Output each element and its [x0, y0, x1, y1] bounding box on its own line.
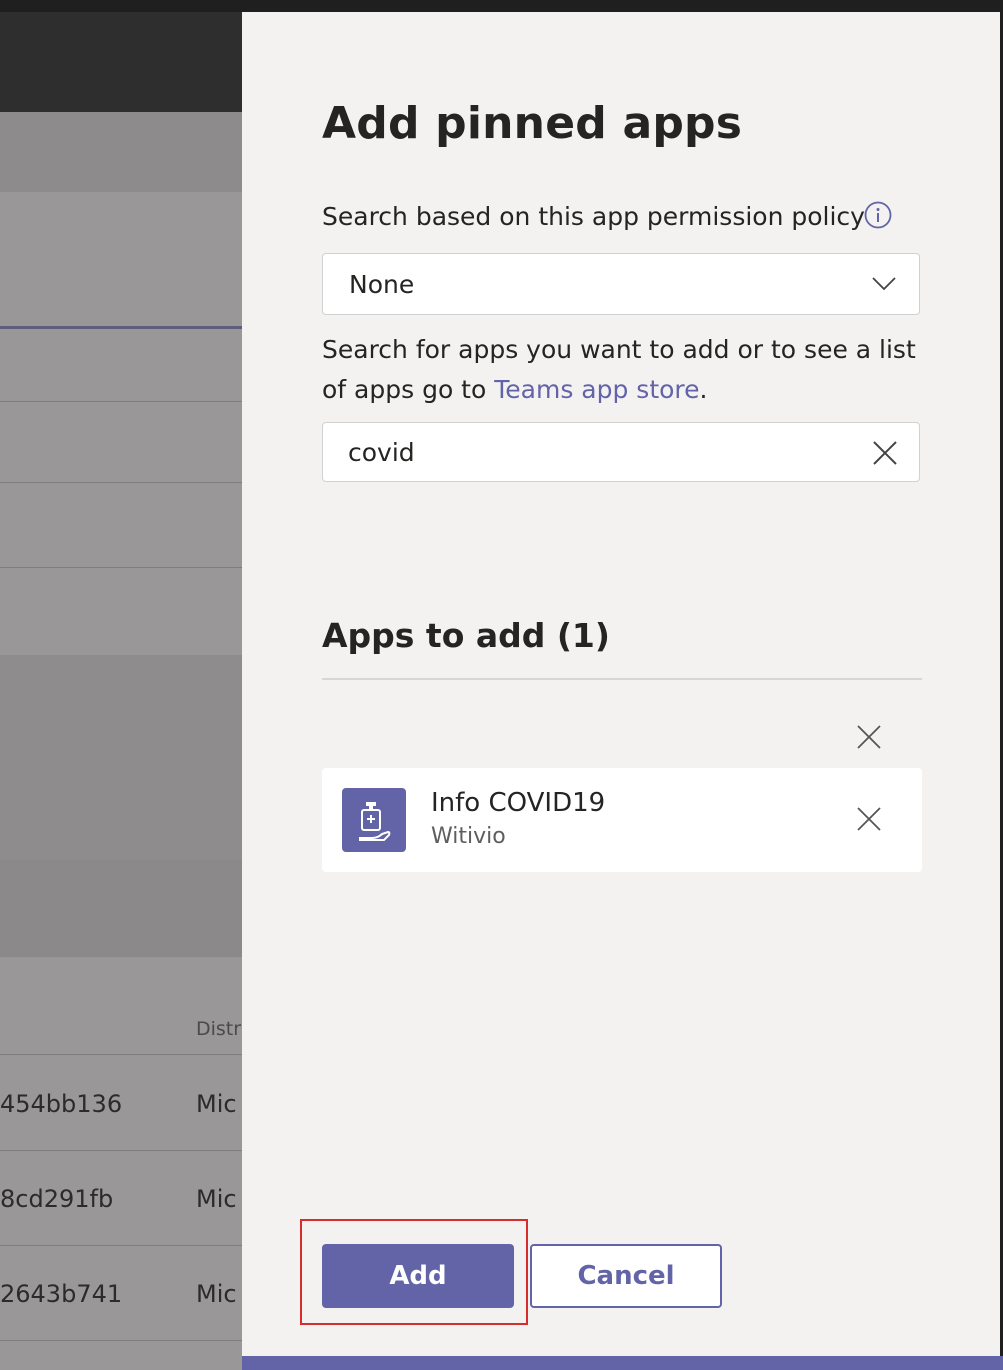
app-publisher: Witivio [431, 824, 506, 849]
window-frame-top [0, 0, 1003, 12]
background-divider [0, 401, 242, 402]
apps-to-add-heading: Apps to add (1) [322, 616, 610, 655]
background-divider [0, 1340, 242, 1341]
background-band [0, 112, 242, 192]
teams-app-store-link[interactable]: Teams app store [494, 375, 699, 404]
background-row-distributor: Mic [196, 1185, 237, 1213]
background-band [0, 860, 242, 957]
close-icon[interactable] [854, 804, 884, 834]
app-card: Info COVID19 Witivio [322, 768, 922, 872]
background-divider [0, 482, 242, 483]
add-pinned-apps-panel: Add pinned apps Search based on this app… [242, 12, 1003, 1356]
panel-bottom-bar [242, 1356, 1003, 1370]
info-icon[interactable] [864, 201, 892, 229]
app-search-box[interactable] [322, 422, 920, 482]
chevron-down-icon [872, 277, 896, 291]
app-search-input[interactable] [348, 435, 828, 469]
help-text-suffix: . [699, 375, 708, 404]
background-row-id: 454bb136 [0, 1090, 123, 1118]
help-text: Search for apps you want to add or to se… [322, 330, 922, 410]
close-icon[interactable] [854, 722, 884, 752]
background-band [0, 655, 242, 860]
background-row-distributor: Mic [196, 1090, 237, 1118]
background-row-distributor: Mic [196, 1280, 237, 1308]
cancel-button[interactable]: Cancel [530, 1244, 722, 1308]
background-row-id: 2643b741 [0, 1280, 123, 1308]
background-row-id: 8cd291fb [0, 1185, 114, 1213]
hand-sanitizer-icon [342, 788, 406, 852]
policy-dropdown[interactable]: None [322, 253, 920, 315]
app-name: Info COVID19 [431, 788, 606, 818]
background-band [0, 329, 242, 655]
close-icon[interactable] [871, 439, 899, 467]
background-divider [0, 567, 242, 568]
policy-label: Search based on this app permission poli… [322, 202, 865, 231]
background-divider [0, 1150, 242, 1151]
panel-title: Add pinned apps [322, 98, 743, 149]
policy-dropdown-value: None [349, 270, 415, 299]
background-column-header: Distr [196, 1018, 242, 1040]
section-divider [322, 678, 922, 680]
background-divider [0, 1054, 242, 1055]
background-divider [0, 1245, 242, 1246]
background-band [0, 192, 242, 326]
highlight-box [300, 1219, 528, 1325]
